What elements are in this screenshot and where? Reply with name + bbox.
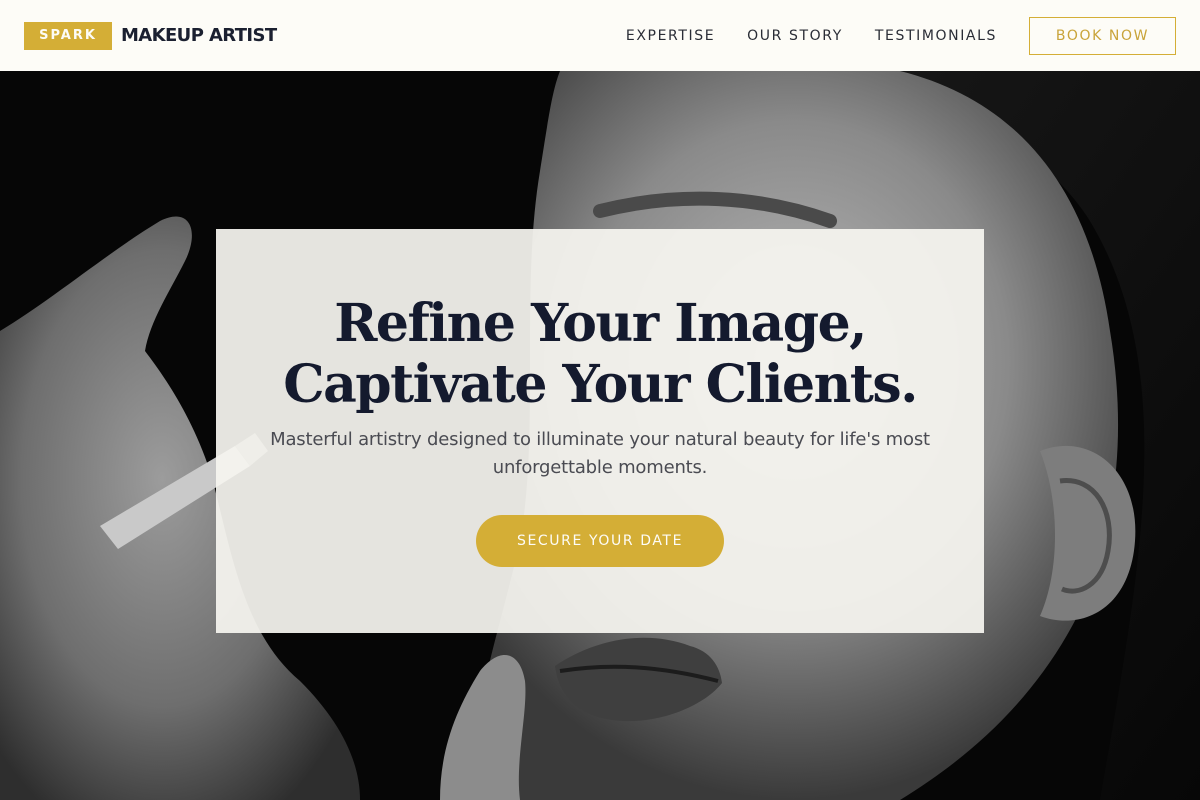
hero-section: Refine Your Image, Captivate Your Client… (0, 71, 1200, 800)
site-header: SPARK MAKEUP ARTIST EXPERTISE OUR STORY … (0, 0, 1200, 71)
hero-title: Refine Your Image, Captivate Your Client… (216, 293, 984, 415)
hero-card: Refine Your Image, Captivate Your Client… (216, 229, 984, 633)
nav-link-expertise[interactable]: EXPERTISE (626, 28, 715, 44)
main-nav: EXPERTISE OUR STORY TESTIMONIALS BOOK NO… (626, 16, 1176, 55)
hero-title-line-2: Captivate Your Clients. (283, 354, 918, 415)
brand-name: MAKEUP ARTIST (121, 25, 277, 46)
brand-logo[interactable]: SPARK MAKEUP ARTIST (24, 21, 277, 50)
hero-subtitle: Masterful artistry designed to illuminat… (270, 429, 930, 478)
book-now-button[interactable]: BOOK NOW (1029, 16, 1176, 55)
nav-link-our-story[interactable]: OUR STORY (747, 28, 843, 44)
hero-title-line-1: Refine Your Image, (334, 293, 867, 354)
secure-your-date-button[interactable]: SECURE YOUR DATE (476, 515, 724, 567)
brand-badge: SPARK (24, 21, 112, 50)
nav-link-testimonials[interactable]: TESTIMONIALS (875, 28, 997, 44)
